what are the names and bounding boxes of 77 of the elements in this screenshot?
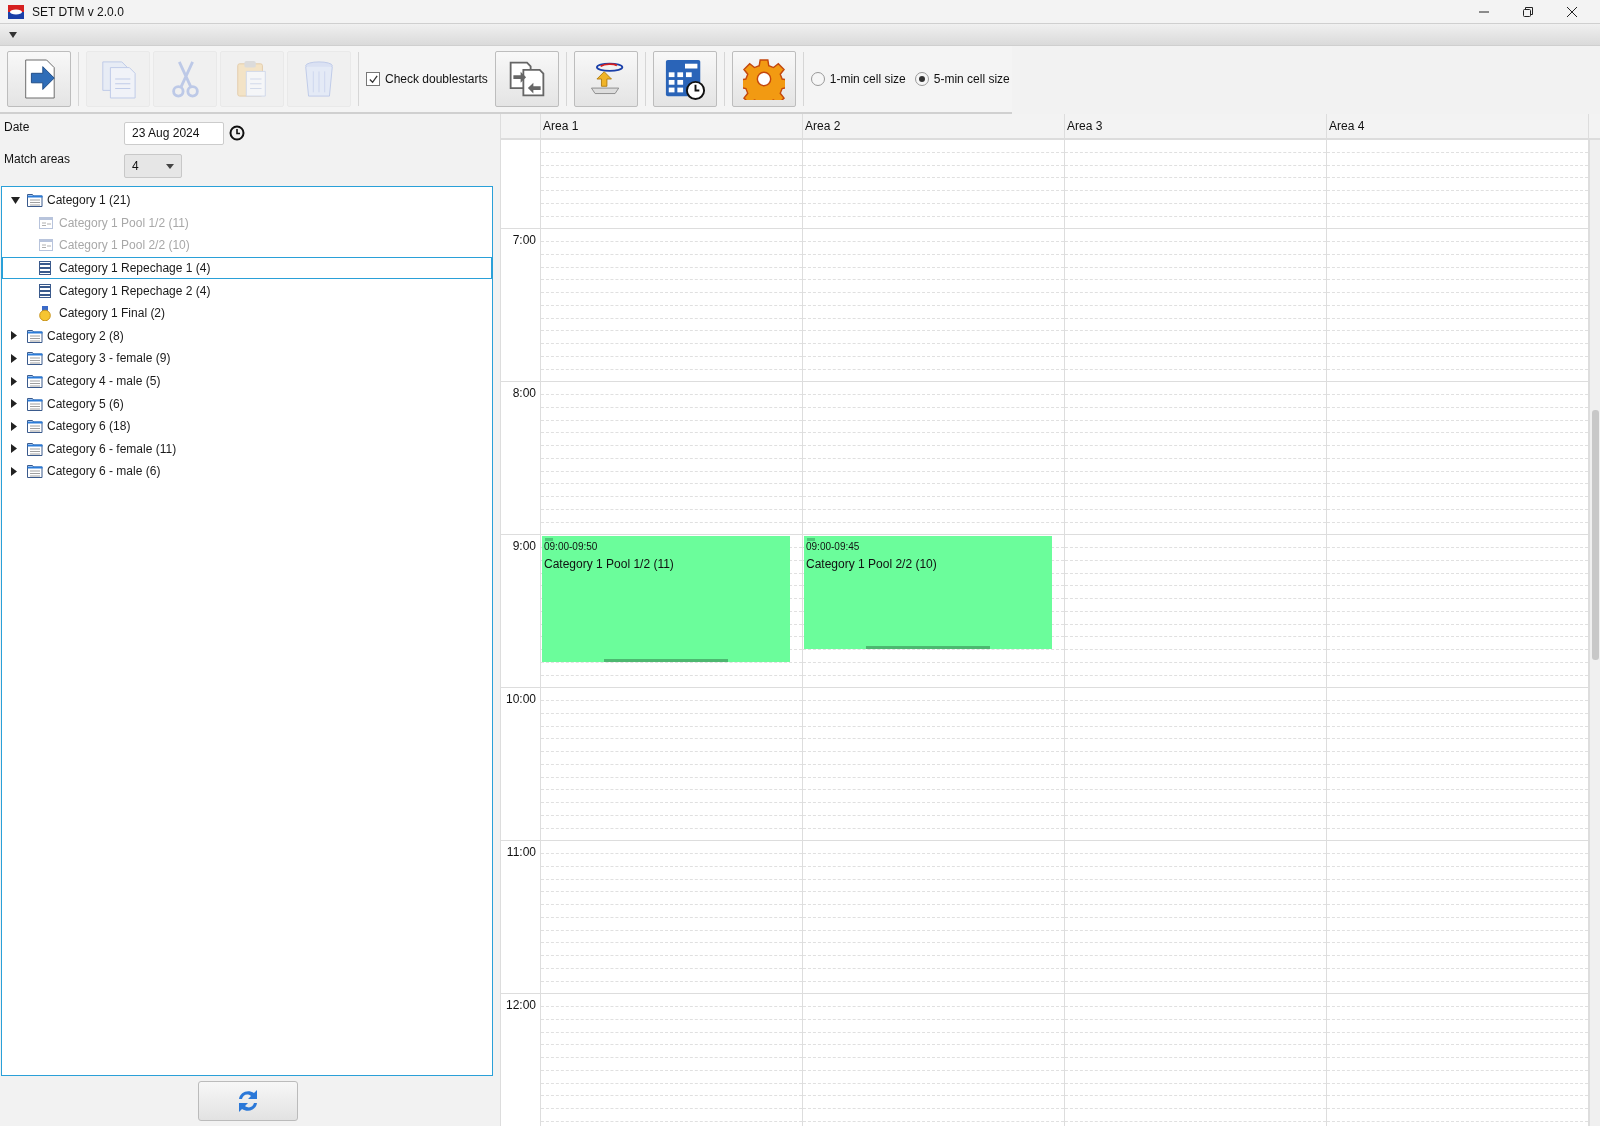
folder-list-icon xyxy=(27,419,43,434)
list-icon xyxy=(39,283,51,298)
tree-item[interactable]: Category 1 Final (2) xyxy=(2,301,492,325)
tree-item[interactable]: Category 2 (8) xyxy=(2,324,492,348)
dropdown-arrow-icon[interactable] xyxy=(9,31,17,38)
tree-item[interactable]: Category 5 (6) xyxy=(2,392,492,415)
folder-list-icon xyxy=(27,351,43,366)
expand-arrow-icon[interactable] xyxy=(11,376,17,386)
expand-arrow-icon[interactable] xyxy=(11,331,17,341)
tree-item[interactable]: Category 6 - male (6) xyxy=(2,460,492,483)
window-title: SET DTM v 2.0.0 xyxy=(32,3,124,21)
folder-list-icon xyxy=(27,464,43,479)
restore-icon[interactable] xyxy=(1522,5,1534,18)
time-label: 12:00 xyxy=(505,997,536,1013)
scrollbar[interactable] xyxy=(1589,140,1600,1126)
checkbox-label: Check doublestarts xyxy=(385,71,488,88)
expand-arrow-icon[interactable] xyxy=(11,421,17,431)
list-icon xyxy=(39,216,53,229)
checkbox[interactable] xyxy=(366,72,380,86)
refresh-button[interactable] xyxy=(198,1081,298,1121)
column-header: Area 4 xyxy=(1327,114,1589,138)
time-label: 9:00 xyxy=(512,538,536,554)
event-time: 09:00-09:45 xyxy=(806,541,861,553)
clock-icon[interactable] xyxy=(229,125,245,141)
settings-button[interactable] xyxy=(731,51,796,107)
import-button[interactable] xyxy=(573,51,638,107)
list-icon xyxy=(39,261,51,276)
date-label: Date xyxy=(4,119,31,136)
tree-item[interactable]: Category 3 - female (9) xyxy=(2,347,492,370)
tree-item[interactable]: Category 4 - male (5) xyxy=(2,369,492,393)
date-field[interactable]: 23 Aug 2024 xyxy=(124,121,224,145)
time-label: 10:00 xyxy=(505,691,536,707)
folder-list-icon xyxy=(27,441,43,456)
folder-list-icon xyxy=(27,374,43,389)
medal-icon xyxy=(39,305,51,321)
time-label: 11:00 xyxy=(506,844,536,860)
swap-button[interactable] xyxy=(494,51,559,107)
documents-icon xyxy=(99,58,137,100)
time-label: 8:00 xyxy=(512,385,536,401)
tree-item[interactable]: Category 6 - female (11) xyxy=(2,437,492,461)
event-block[interactable]: 09:00-09:50 Category 1 Pool 1/2 (11) xyxy=(542,536,790,662)
expand-arrow-icon[interactable] xyxy=(11,466,17,476)
calculator-clock-icon xyxy=(663,58,706,100)
event-time: 09:00-09:50 xyxy=(544,541,599,553)
expand-arrow-icon[interactable] xyxy=(11,444,17,454)
dropdown-arrow-icon xyxy=(166,163,174,169)
tree-item[interactable]: Category 1 (21) xyxy=(2,189,492,212)
match-areas-dropdown[interactable]: 4 xyxy=(124,154,182,178)
time-label: 7:00 xyxy=(512,232,536,248)
drag-grip xyxy=(545,538,553,542)
column-header: Area 1 xyxy=(541,114,803,138)
column-header: Area 2 xyxy=(803,114,1065,138)
radio-button[interactable] xyxy=(810,72,825,86)
folder-list-icon xyxy=(27,193,43,208)
radio-button[interactable] xyxy=(914,72,929,86)
close-icon[interactable] xyxy=(1566,5,1578,18)
timetable-button[interactable] xyxy=(652,51,717,107)
collapse-arrow-icon[interactable] xyxy=(11,196,20,204)
tree-item[interactable]: Category 6 (18) xyxy=(2,414,492,438)
event-title: Category 1 Pool 2/2 (10) xyxy=(806,556,938,574)
tree-item[interactable]: Category 1 Repechage 1 (4) xyxy=(2,256,492,280)
app-logo-icon xyxy=(8,4,24,19)
expand-arrow-icon[interactable] xyxy=(11,399,17,409)
folder-list-icon xyxy=(27,328,43,343)
list-icon xyxy=(39,239,53,252)
radio-label: 1-min cell size xyxy=(829,71,906,88)
expand-arrow-icon[interactable] xyxy=(11,353,17,363)
drag-grip xyxy=(807,538,815,542)
radio-label: 5-min cell size xyxy=(933,71,1010,88)
column-header: Area 3 xyxy=(1065,114,1327,138)
folder-list-icon xyxy=(27,396,43,411)
gear-icon xyxy=(742,58,785,100)
event-block[interactable]: 09:00-09:45 Category 1 Pool 2/2 (10) xyxy=(804,536,1052,649)
event-title: Category 1 Pool 1/2 (11) xyxy=(544,556,675,574)
tree-item[interactable]: Category 1 Repechage 2 (4) xyxy=(2,279,492,302)
match-areas-label: Match areas xyxy=(4,151,72,168)
export-button[interactable] xyxy=(7,51,71,107)
